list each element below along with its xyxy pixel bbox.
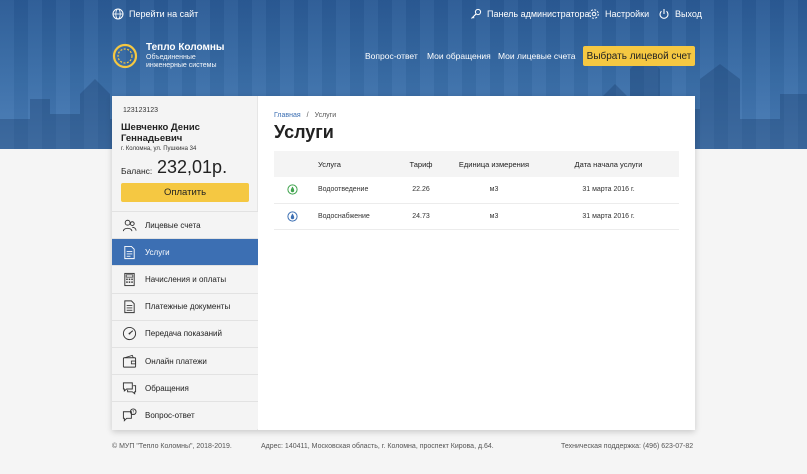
sidebar-item-faq[interactable]: ? Вопрос-ответ — [112, 401, 258, 429]
sidebar-item-online-payments[interactable]: Онлайн платежи — [112, 346, 258, 375]
key-icon — [471, 8, 482, 19]
user-name: Шевченко Денис Геннадьевич — [121, 122, 200, 144]
logo-subtitle-line1: Объединенные — [146, 54, 196, 61]
drain-icon — [286, 184, 298, 195]
sidebar-item-label: Вопрос-ответ — [145, 410, 195, 420]
table-row[interactable]: Водоснабжение 24.73 м3 31 марта 2016 г. — [274, 203, 679, 230]
balance-label: Баланс: — [121, 166, 153, 176]
logo-subtitle-line2: инженерные системы — [146, 62, 217, 69]
nav-my-accounts[interactable]: Мои лицевые счета — [498, 51, 576, 61]
question-chat-icon: ? — [122, 408, 137, 422]
footer-copyright: © МУП "Тепло Коломны", 2018-2019. — [112, 443, 232, 450]
choose-account-button[interactable]: Выбрать лицевой счет — [583, 46, 695, 66]
logo-sun-icon — [112, 43, 138, 69]
sidebar-item-charges[interactable]: Начисления и оплаты — [112, 265, 258, 293]
svg-text:?: ? — [132, 409, 134, 414]
page-title: Услуги — [274, 122, 334, 142]
sidebar-item-accounts[interactable]: Лицевые счета — [112, 211, 258, 239]
chat-icon — [122, 382, 136, 395]
sidebar-item-label: Онлайн платежи — [145, 356, 207, 366]
settings-link[interactable]: Настройки — [588, 8, 649, 20]
sidebar-item-label: Платежные документы — [145, 302, 231, 312]
cell-start-date: 31 марта 2016 г. — [538, 203, 679, 230]
pay-button[interactable]: Оплатить — [121, 183, 249, 202]
cell-service: Водоотведение — [310, 177, 392, 204]
users-icon — [122, 219, 137, 231]
sidebar-menu: Лицевые счета Услуги Начисления и оплаты… — [112, 211, 258, 429]
cell-unit: м3 — [450, 177, 538, 204]
wallet-icon — [122, 354, 136, 368]
header-service: Услуга — [310, 151, 392, 177]
documents-icon — [123, 300, 135, 314]
header-start-date: Дата начала услуги — [538, 151, 679, 177]
nav-faq[interactable]: Вопрос-ответ — [365, 51, 418, 61]
table-header-row: Услуга Тариф Единица измерения Дата нача… — [274, 151, 679, 177]
cell-service: Водоснабжение — [310, 203, 392, 230]
gauge-icon — [122, 327, 136, 341]
header-icon-column — [274, 151, 310, 177]
settings-label: Настройки — [605, 9, 650, 19]
globe-icon — [112, 8, 124, 20]
go-to-site-link[interactable]: Перейти на сайт — [112, 8, 198, 20]
logout-link[interactable]: Выход — [658, 8, 702, 20]
services-table: Услуга Тариф Единица измерения Дата нача… — [274, 151, 679, 230]
account-number: 123123123 — [123, 107, 159, 114]
go-to-site-label: Перейти на сайт — [129, 9, 199, 19]
gear-icon — [589, 9, 599, 19]
balance-value: 232,01р. — [157, 157, 228, 177]
sidebar: 123123123 Шевченко Денис Геннадьевич г. … — [112, 96, 258, 430]
sidebar-item-label: Передача показаний — [145, 329, 222, 339]
footer-support: Техническая поддержка: (496) 623-07-82 — [561, 443, 694, 450]
admin-panel-link[interactable]: Панель администратора — [470, 8, 590, 20]
cell-start-date: 31 марта 2016 г. — [538, 177, 679, 204]
sidebar-item-label: Лицевые счета — [145, 220, 201, 230]
breadcrumb-home[interactable]: Главная — [274, 112, 301, 119]
breadcrumb: Главная / Услуги — [274, 112, 336, 119]
breadcrumb-separator: / — [306, 112, 309, 119]
main-content: Главная / Услуги Услуги Услуга Тариф Еди… — [258, 96, 695, 430]
header-tariff: Тариф — [392, 151, 450, 177]
power-icon — [659, 9, 669, 19]
sidebar-item-label: Начисления и оплаты — [145, 274, 227, 284]
breadcrumb-current: Услуги — [314, 112, 337, 119]
user-address: г. Коломна, ул. Пушкина 34 — [121, 146, 197, 152]
water-drop-icon — [286, 210, 298, 222]
cell-tariff: 22.26 — [392, 177, 450, 204]
sidebar-item-label: Обращения — [145, 383, 189, 393]
admin-panel-label: Панель администратора — [487, 9, 590, 19]
calculator-icon — [123, 272, 135, 287]
sidebar-item-payment-documents[interactable]: Платежные документы — [112, 292, 258, 320]
footer-address: Адрес: 140411, Московская область, г. Ко… — [261, 443, 494, 450]
cell-tariff: 24.73 — [392, 203, 450, 230]
logo-name: Тепло Коломны — [146, 42, 225, 53]
nav-my-requests[interactable]: Мои обращения — [427, 51, 491, 61]
sidebar-item-requests[interactable]: Обращения — [112, 374, 258, 402]
sidebar-item-meter-readings[interactable]: Передача показаний — [112, 319, 258, 347]
content-card: 123123123 Шевченко Денис Геннадьевич г. … — [112, 96, 695, 430]
cell-unit: м3 — [450, 203, 538, 230]
document-icon — [123, 245, 135, 259]
header-unit: Единица измерения — [450, 151, 538, 177]
top-bar: Перейти на сайт Панель администратора На… — [0, 0, 807, 28]
site-logo[interactable]: Тепло Коломны Объединенные инженерные си… — [112, 42, 224, 70]
sidebar-item-label: Услуги — [145, 247, 170, 257]
table-row[interactable]: Водоотведение 22.26 м3 31 марта 2016 г. — [274, 177, 679, 204]
sidebar-item-services[interactable]: Услуги — [112, 238, 258, 266]
logout-label: Выход — [675, 9, 702, 19]
